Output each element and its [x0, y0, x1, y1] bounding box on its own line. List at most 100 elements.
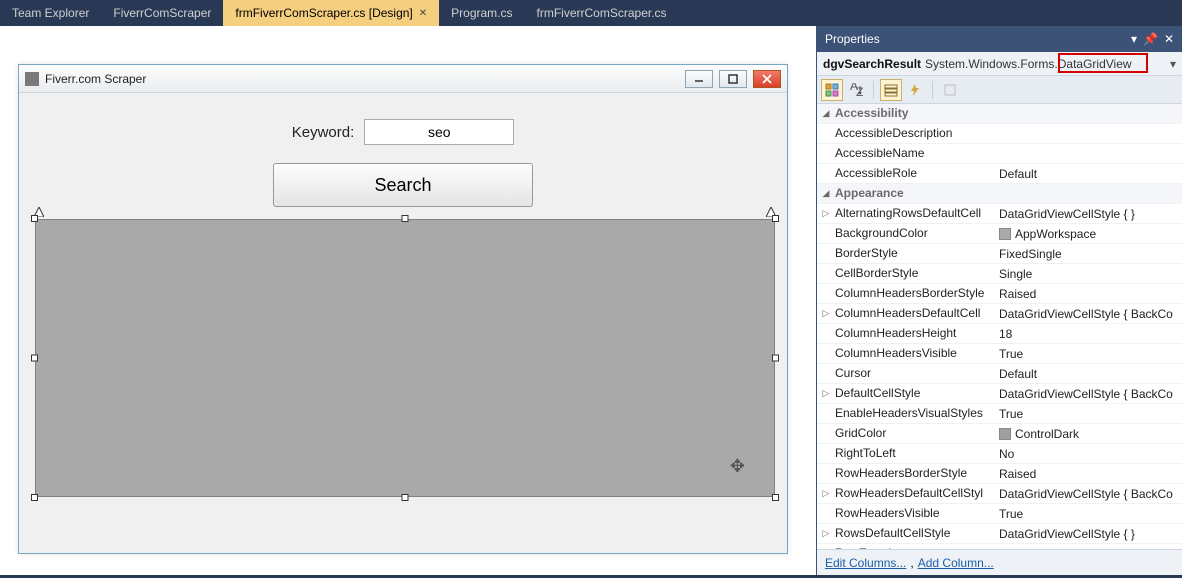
minimize-button[interactable] [685, 70, 713, 88]
properties-object-selector[interactable]: dgvSearchResult System.Windows.Forms.Dat… [817, 52, 1182, 76]
property-value[interactable]: True [995, 344, 1182, 363]
close-icon[interactable]: ✕ [1164, 32, 1174, 46]
property-label: RowHeadersBorderStyle [835, 464, 995, 483]
property-row[interactable]: ▷RowsDefaultCellStyleDataGridViewCellSty… [817, 524, 1182, 544]
expand-icon[interactable]: ▷ [817, 384, 835, 403]
expand-icon[interactable]: ▷ [817, 304, 835, 323]
property-label: RowsDefaultCellStyle [835, 524, 995, 543]
property-category[interactable]: ◢Appearance [817, 184, 1182, 204]
pin-icon[interactable]: 📌 [1143, 32, 1158, 46]
property-row[interactable]: RowHeadersBorderStyleRaised [817, 464, 1182, 484]
collapse-icon[interactable]: ◢ [817, 104, 835, 123]
property-row[interactable]: RowHeadersVisibleTrue [817, 504, 1182, 524]
resize-handle[interactable] [31, 494, 38, 501]
property-row[interactable]: AccessibleRoleDefault [817, 164, 1182, 184]
property-grid[interactable]: ◢AccessibilityAccessibleDescriptionAcces… [817, 104, 1182, 549]
tab-design-active[interactable]: frmFiverrComScraper.cs [Design]✕ [223, 0, 439, 26]
property-row[interactable]: AccessibleDescription [817, 124, 1182, 144]
property-value[interactable] [995, 124, 1182, 143]
resize-handle[interactable] [772, 494, 779, 501]
datagridview[interactable] [35, 219, 775, 497]
property-row[interactable]: BorderStyleFixedSingle [817, 244, 1182, 264]
maximize-button[interactable] [719, 70, 747, 88]
property-row[interactable]: CursorDefault [817, 364, 1182, 384]
resize-handle[interactable] [772, 215, 779, 222]
resize-handle[interactable] [402, 215, 409, 222]
property-value[interactable]: DataGridViewCellStyle { } [995, 204, 1182, 223]
property-label: DefaultCellStyle [835, 384, 995, 403]
expand-icon [817, 344, 835, 363]
property-value[interactable]: DataGridViewCellStyle { BackCo [995, 484, 1182, 503]
expand-icon [817, 324, 835, 343]
property-value[interactable]: True [995, 404, 1182, 423]
property-row[interactable]: ▷RowHeadersDefaultCellStylDataGridViewCe… [817, 484, 1182, 504]
expand-icon [817, 424, 835, 443]
property-value[interactable]: DataGridViewCellStyle { } [995, 524, 1182, 543]
property-label: BorderStyle [835, 244, 995, 263]
property-row[interactable]: ▷AlternatingRowsDefaultCellDataGridViewC… [817, 204, 1182, 224]
property-label: AccessibleName [835, 144, 995, 163]
properties-commands: Edit Columns... , Add Column... [817, 549, 1182, 575]
property-value[interactable]: DataGridViewRow { Index=-1 [995, 544, 1182, 549]
close-icon[interactable]: ✕ [419, 8, 427, 19]
property-value[interactable]: Default [995, 164, 1182, 183]
edit-columns-link[interactable]: Edit Columns... [825, 556, 906, 570]
form-title: Fiverr.com Scraper [45, 72, 679, 86]
property-row[interactable]: RightToLeftNo [817, 444, 1182, 464]
property-row[interactable]: ColumnHeadersHeight18 [817, 324, 1182, 344]
editor-tabs: Team Explorer FiverrComScraper frmFiverr… [0, 0, 1182, 26]
property-row[interactable]: ▷RowTemplateDataGridViewRow { Index=-1 [817, 544, 1182, 549]
alphabetical-button[interactable]: AZ [845, 79, 867, 101]
property-value[interactable]: AppWorkspace [995, 224, 1182, 243]
keyword-input[interactable] [364, 119, 514, 145]
add-column-link[interactable]: Add Column... [918, 556, 994, 570]
resize-handle[interactable] [31, 215, 38, 222]
expand-icon[interactable]: ▷ [817, 524, 835, 543]
tab-project[interactable]: FiverrComScraper [101, 0, 223, 26]
property-value[interactable]: DataGridViewCellStyle { BackCo [995, 384, 1182, 403]
categorized-button[interactable] [821, 79, 843, 101]
property-value[interactable]: Single [995, 264, 1182, 283]
property-row[interactable]: AccessibleName [817, 144, 1182, 164]
form-window[interactable]: Fiverr.com Scraper Keyword: Search [18, 64, 788, 554]
tab-form-cs[interactable]: frmFiverrComScraper.cs [525, 0, 679, 26]
form-designer-surface[interactable]: Fiverr.com Scraper Keyword: Search [0, 26, 816, 575]
close-button[interactable] [753, 70, 781, 88]
property-value[interactable]: Raised [995, 464, 1182, 483]
property-value[interactable]: 18 [995, 324, 1182, 343]
resize-handle[interactable] [31, 355, 38, 362]
expand-icon[interactable]: ▷ [817, 484, 835, 503]
property-value[interactable]: FixedSingle [995, 244, 1182, 263]
property-value[interactable]: No [995, 444, 1182, 463]
property-category[interactable]: ◢Accessibility [817, 104, 1182, 124]
expand-icon [817, 284, 835, 303]
property-row[interactable]: ColumnHeadersBorderStyleRaised [817, 284, 1182, 304]
search-button[interactable]: Search [273, 163, 533, 207]
events-button[interactable] [904, 79, 926, 101]
property-row[interactable]: ▷ColumnHeadersDefaultCellDataGridViewCel… [817, 304, 1182, 324]
property-row[interactable]: BackgroundColorAppWorkspace [817, 224, 1182, 244]
property-value[interactable]: ControlDark [995, 424, 1182, 443]
resize-handle[interactable] [772, 355, 779, 362]
dropdown-arrow-icon[interactable]: ▾ [1170, 57, 1176, 71]
collapse-icon[interactable]: ◢ [817, 184, 835, 203]
property-value[interactable] [995, 144, 1182, 163]
property-value[interactable]: Default [995, 364, 1182, 383]
expand-icon[interactable]: ▷ [817, 544, 835, 549]
tab-team-explorer[interactable]: Team Explorer [0, 0, 101, 26]
property-row[interactable]: GridColorControlDark [817, 424, 1182, 444]
property-pages-button[interactable] [939, 79, 961, 101]
property-value[interactable]: DataGridViewCellStyle { BackCo [995, 304, 1182, 323]
properties-button[interactable] [880, 79, 902, 101]
property-row[interactable]: CellBorderStyleSingle [817, 264, 1182, 284]
property-value[interactable]: Raised [995, 284, 1182, 303]
expand-icon[interactable]: ▷ [817, 204, 835, 223]
property-row[interactable]: ColumnHeadersVisibleTrue [817, 344, 1182, 364]
resize-handle[interactable] [402, 494, 409, 501]
tab-program-cs[interactable]: Program.cs [439, 0, 524, 26]
property-value[interactable]: True [995, 504, 1182, 523]
dropdown-arrow-icon[interactable]: ▾ [1131, 32, 1137, 46]
property-row[interactable]: ▷DefaultCellStyleDataGridViewCellStyle {… [817, 384, 1182, 404]
datagridview-selected[interactable]: ✥ [35, 219, 775, 497]
property-row[interactable]: EnableHeadersVisualStylesTrue [817, 404, 1182, 424]
